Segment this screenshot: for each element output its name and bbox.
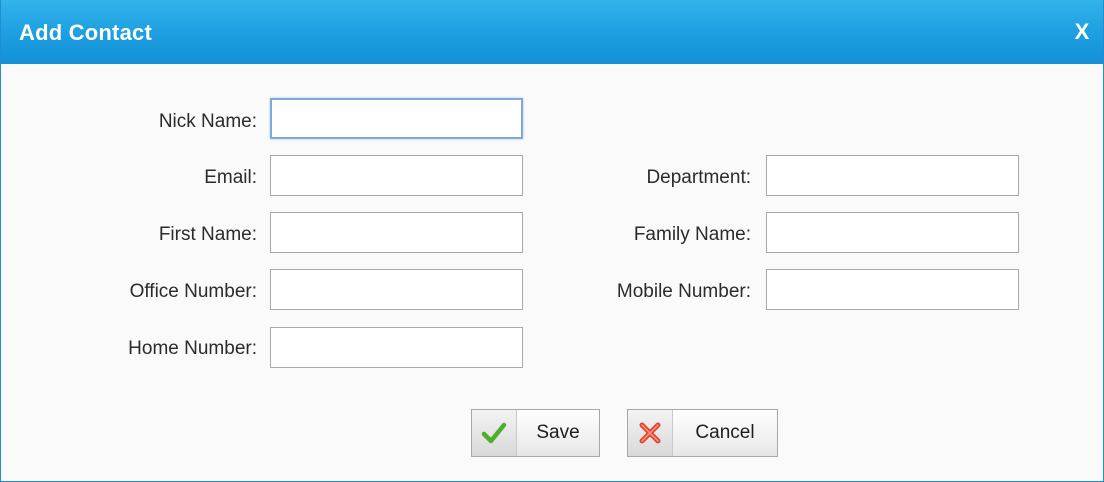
department-input[interactable] — [766, 155, 1019, 196]
add-contact-dialog: Add Contact X Nick Name: Email: Departme… — [0, 0, 1104, 482]
first-name-input[interactable] — [270, 212, 523, 253]
close-button[interactable]: X — [1069, 18, 1095, 46]
cross-icon — [628, 410, 673, 456]
email-input[interactable] — [270, 155, 523, 196]
department-label: Department: — [646, 167, 751, 188]
dialog-title: Add Contact — [19, 20, 152, 45]
office-number-label: Office Number: — [129, 281, 257, 302]
cancel-button-label: Cancel — [695, 422, 755, 443]
family-name-label: Family Name: — [633, 224, 751, 245]
home-number-label: Home Number: — [128, 338, 257, 359]
save-button[interactable]: Save — [471, 409, 600, 457]
cancel-button[interactable]: Cancel — [627, 409, 778, 457]
nick-name-label: Nick Name: — [158, 111, 257, 132]
save-button-label: Save — [536, 422, 580, 443]
dialog-titlebar: Add Contact X — [1, 0, 1103, 64]
mobile-number-input[interactable] — [766, 269, 1019, 310]
first-name-label: First Name: — [158, 224, 257, 245]
email-label: Email: — [204, 167, 257, 188]
mobile-number-label: Mobile Number: — [616, 281, 751, 302]
home-number-input[interactable] — [270, 327, 523, 368]
family-name-input[interactable] — [766, 212, 1019, 253]
checkmark-icon — [472, 410, 517, 456]
nick-name-input[interactable] — [270, 98, 523, 139]
office-number-input[interactable] — [270, 269, 523, 310]
